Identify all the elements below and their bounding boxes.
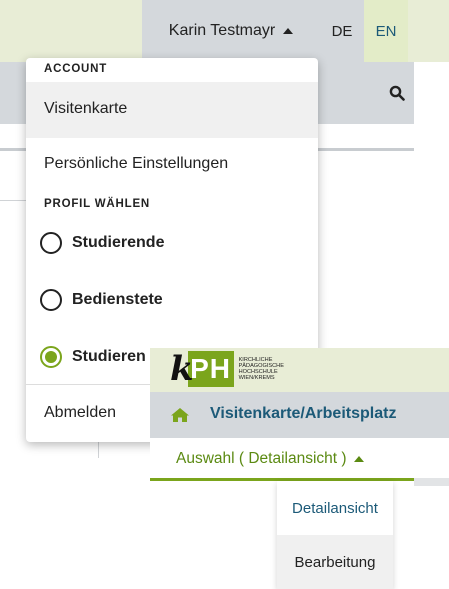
selection-edge — [414, 478, 449, 486]
profile-option-label: Studieren — [72, 348, 146, 365]
user-menu-button[interactable]: Karin Testmayr — [142, 0, 320, 62]
caret-up-icon — [283, 28, 294, 34]
profile-section-header: PROFIL WÄHLEN — [44, 198, 151, 210]
selection-bar: Auswahl ( Detailansicht ) — [150, 438, 449, 482]
background-line — [0, 200, 26, 201]
language-en-button[interactable]: EN — [364, 0, 408, 62]
radio-button-selected[interactable] — [40, 346, 62, 368]
nav-title[interactable]: Visitenkarte/Arbeitsplatz — [210, 405, 396, 423]
language-de-button[interactable]: DE — [320, 0, 364, 62]
logo-wordmark: KIRCHLICHE PÄDAGOGISCHE HOCHSCHULE WIEN/… — [238, 357, 284, 381]
view-selector[interactable]: Auswahl ( Detailansicht ) — [176, 450, 364, 468]
search-icon — [389, 85, 405, 101]
caret-up-icon — [353, 456, 364, 462]
kph-logo[interactable]: k PH KIRCHLICHE PÄDAGOGISCHE HOCHSCHULE … — [170, 351, 284, 387]
menu-item-personal-settings[interactable]: Persönliche Einstellungen — [44, 155, 228, 173]
view-submenu: Detailansicht Bearbeitung — [277, 481, 393, 589]
logo-k-letter: k — [170, 349, 194, 389]
profile-option-bedienstete[interactable]: Bedienstete — [40, 289, 163, 311]
account-section-header: ACCOUNT — [44, 63, 108, 75]
user-name: Karin Testmayr — [168, 22, 276, 39]
profile-option-studierende-selected[interactable]: Studieren — [40, 346, 146, 368]
submenu-item-bearbeitung[interactable]: Bearbeitung — [277, 535, 393, 589]
inset-nav-bar: Visitenkarte/Arbeitsplatz — [150, 392, 449, 438]
logo-ph-mark: PH — [187, 351, 234, 387]
menu-item-business-card-label: Visitenkarte — [44, 100, 128, 117]
view-selector-label: Auswahl ( Detailansicht ) — [176, 450, 347, 467]
inset-screenshot: k PH KIRCHLICHE PÄDAGOGISCHE HOCHSCHULE … — [150, 348, 449, 589]
submenu-item-detailansicht[interactable]: Detailansicht — [277, 481, 393, 535]
inset-header: k PH KIRCHLICHE PÄDAGOGISCHE HOCHSCHULE … — [150, 348, 449, 392]
profile-option-label: Studierende — [72, 234, 165, 251]
logout-link[interactable]: Abmelden — [44, 404, 116, 422]
search-button[interactable] — [380, 62, 414, 124]
profile-option-studierende[interactable]: Studierende — [40, 232, 164, 254]
radio-button[interactable] — [40, 289, 62, 311]
menu-item-business-card[interactable]: Visitenkarte — [26, 82, 318, 138]
profile-option-label: Bedienstete — [72, 291, 163, 308]
home-icon[interactable] — [170, 407, 190, 423]
radio-button[interactable] — [40, 232, 62, 254]
